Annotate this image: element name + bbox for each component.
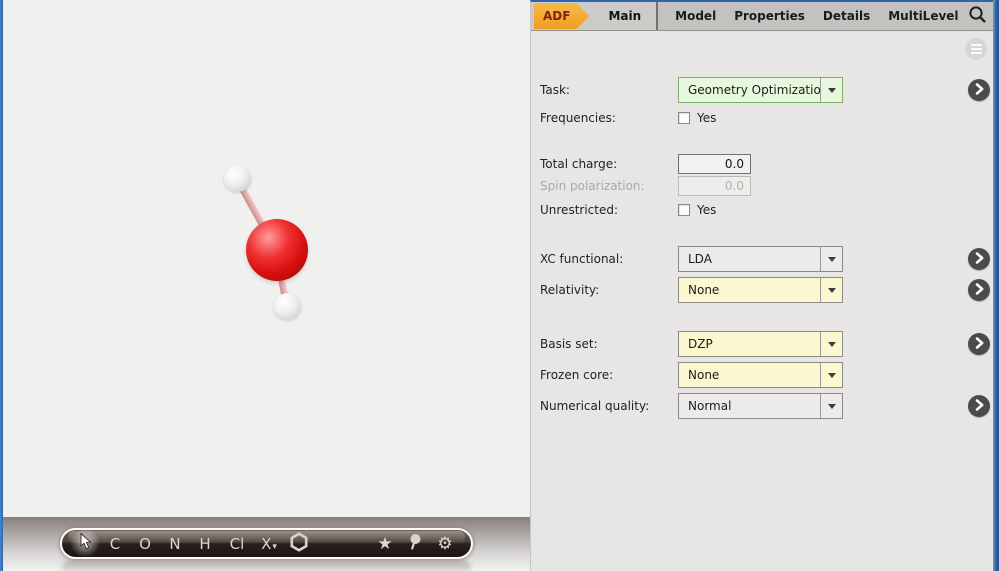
element-x-picker-button[interactable]: X ▾ [254, 530, 284, 557]
frozen-core-dropdown[interactable]: None [678, 362, 843, 388]
numerical-quality-dropdown[interactable]: Normal [678, 393, 843, 419]
checkbox-box[interactable] [678, 112, 690, 124]
spin-polarization-label: Spin polarization: [540, 179, 645, 193]
relativity-label: Relativity: [540, 283, 599, 297]
unrestricted-label: Unrestricted: [540, 203, 618, 217]
atom-hydrogen-1[interactable] [224, 165, 251, 192]
window-border-left [0, 0, 3, 571]
adf-input-window: C O N H Cl X ▾ ★ [0, 0, 999, 571]
basis-set-info-button[interactable] [968, 333, 990, 355]
row-frozen-core: Frozen core: None [531, 362, 993, 388]
row-unrestricted: Unrestricted: Yes [531, 202, 993, 218]
toolbar-reflection [62, 561, 471, 571]
dropdown-arrow-icon[interactable] [820, 247, 842, 271]
element-x-label: X [261, 535, 271, 553]
xc-functional-info-button[interactable] [968, 248, 990, 270]
frequencies-checkbox[interactable]: Yes [678, 110, 716, 126]
checkbox-label: Yes [697, 203, 716, 217]
unrestricted-checkbox[interactable]: Yes [678, 202, 716, 218]
chevron-right-icon [975, 399, 984, 414]
dropdown-arrow-icon[interactable] [820, 78, 842, 102]
row-basis-set: Basis set: DZP [531, 331, 993, 357]
basis-set-label: Basis set: [540, 337, 598, 351]
hamburger-menu-icon [971, 44, 982, 46]
checkbox-box[interactable] [678, 204, 690, 216]
xc-functional-label: XC functional: [540, 252, 623, 266]
numerical-quality-value: Normal [679, 394, 820, 418]
task-label: Task: [540, 83, 570, 97]
chevron-right-icon [975, 252, 984, 267]
numerical-quality-label: Numerical quality: [540, 399, 649, 413]
secondary-tabs-group: Model Properties Details MultiLevel [656, 2, 994, 30]
ring-structure-tool-button[interactable] [284, 530, 314, 557]
search-button[interactable] [968, 5, 987, 27]
adf-engine-tag[interactable]: ADF [534, 3, 589, 29]
spin-polarization-input [678, 176, 751, 196]
row-numerical-quality: Numerical quality: Normal [531, 393, 993, 419]
checkbox-label: Yes [697, 111, 716, 125]
dropdown-arrow-icon[interactable] [820, 278, 842, 302]
numerical-quality-info-button[interactable] [968, 395, 990, 417]
row-relativity: Relativity: None [531, 277, 993, 303]
total-charge-input[interactable] [678, 154, 751, 174]
star-icon: ★ [377, 534, 392, 554]
balloon-pin-icon [408, 533, 422, 555]
panel-menu-button[interactable] [965, 38, 987, 60]
dropdown-arrow-icon[interactable] [820, 394, 842, 418]
element-o-button[interactable]: O [130, 530, 160, 557]
select-tool-button[interactable] [70, 530, 100, 557]
hexagon-ring-icon [289, 532, 309, 556]
dropdown-arrow-icon[interactable] [820, 332, 842, 356]
cursor-arrow-icon [79, 533, 92, 554]
gear-icon: ⚙ [437, 534, 452, 554]
settings-button[interactable]: ⚙ [430, 530, 460, 557]
xc-functional-value: LDA [679, 247, 820, 271]
row-total-charge: Total charge: [531, 154, 993, 174]
task-value: Geometry Optimizatio [679, 78, 820, 102]
relativity-value: None [679, 278, 820, 302]
tab-multilevel[interactable]: MultiLevel [879, 9, 967, 23]
input-form-panel: ADF Main Model Properties Details MultiL… [530, 0, 993, 571]
row-frequencies: Frequencies: Yes [531, 110, 993, 126]
pointer-balloon-button[interactable] [400, 530, 430, 557]
chevron-right-icon [975, 83, 984, 98]
basis-set-dropdown[interactable]: DZP [678, 331, 843, 357]
relativity-dropdown[interactable]: None [678, 277, 843, 303]
frozen-core-label: Frozen core: [540, 368, 613, 382]
element-n-button[interactable]: N [160, 530, 190, 557]
molecule-viewport-3d[interactable]: C O N H Cl X ▾ ★ [0, 0, 530, 571]
element-c-button[interactable]: C [100, 530, 130, 557]
task-dropdown[interactable]: Geometry Optimizatio [678, 77, 843, 103]
dropdown-arrow-icon[interactable] [820, 363, 842, 387]
tab-bar: ADF Main Model Properties Details MultiL… [531, 2, 993, 31]
frozen-core-value: None [679, 363, 820, 387]
row-task: Task: Geometry Optimizatio [531, 77, 993, 103]
chevron-right-icon [975, 337, 984, 352]
tab-main[interactable]: Main [600, 9, 649, 23]
chevron-right-icon [975, 283, 984, 298]
relativity-info-button[interactable] [968, 279, 990, 301]
element-cl-button[interactable]: Cl [220, 530, 254, 557]
frequencies-label: Frequencies: [540, 111, 616, 125]
element-toolbar: C O N H Cl X ▾ ★ [60, 528, 473, 559]
atom-hydrogen-2[interactable] [274, 293, 301, 320]
chevron-down-icon: ▾ [272, 542, 277, 552]
window-border-right [993, 0, 999, 571]
search-icon [968, 5, 987, 27]
row-xc-functional: XC functional: LDA [531, 246, 993, 272]
element-h-button[interactable]: H [190, 530, 220, 557]
tab-properties[interactable]: Properties [725, 9, 814, 23]
total-charge-label: Total charge: [540, 157, 617, 171]
row-spin-polarization: Spin polarization: [531, 176, 993, 196]
tab-details[interactable]: Details [814, 9, 879, 23]
xc-functional-dropdown[interactable]: LDA [678, 246, 843, 272]
favorites-button[interactable]: ★ [370, 530, 400, 557]
task-info-button[interactable] [968, 79, 990, 101]
tab-model[interactable]: Model [666, 9, 725, 23]
atom-oxygen[interactable] [246, 219, 308, 281]
basis-set-value: DZP [679, 332, 820, 356]
